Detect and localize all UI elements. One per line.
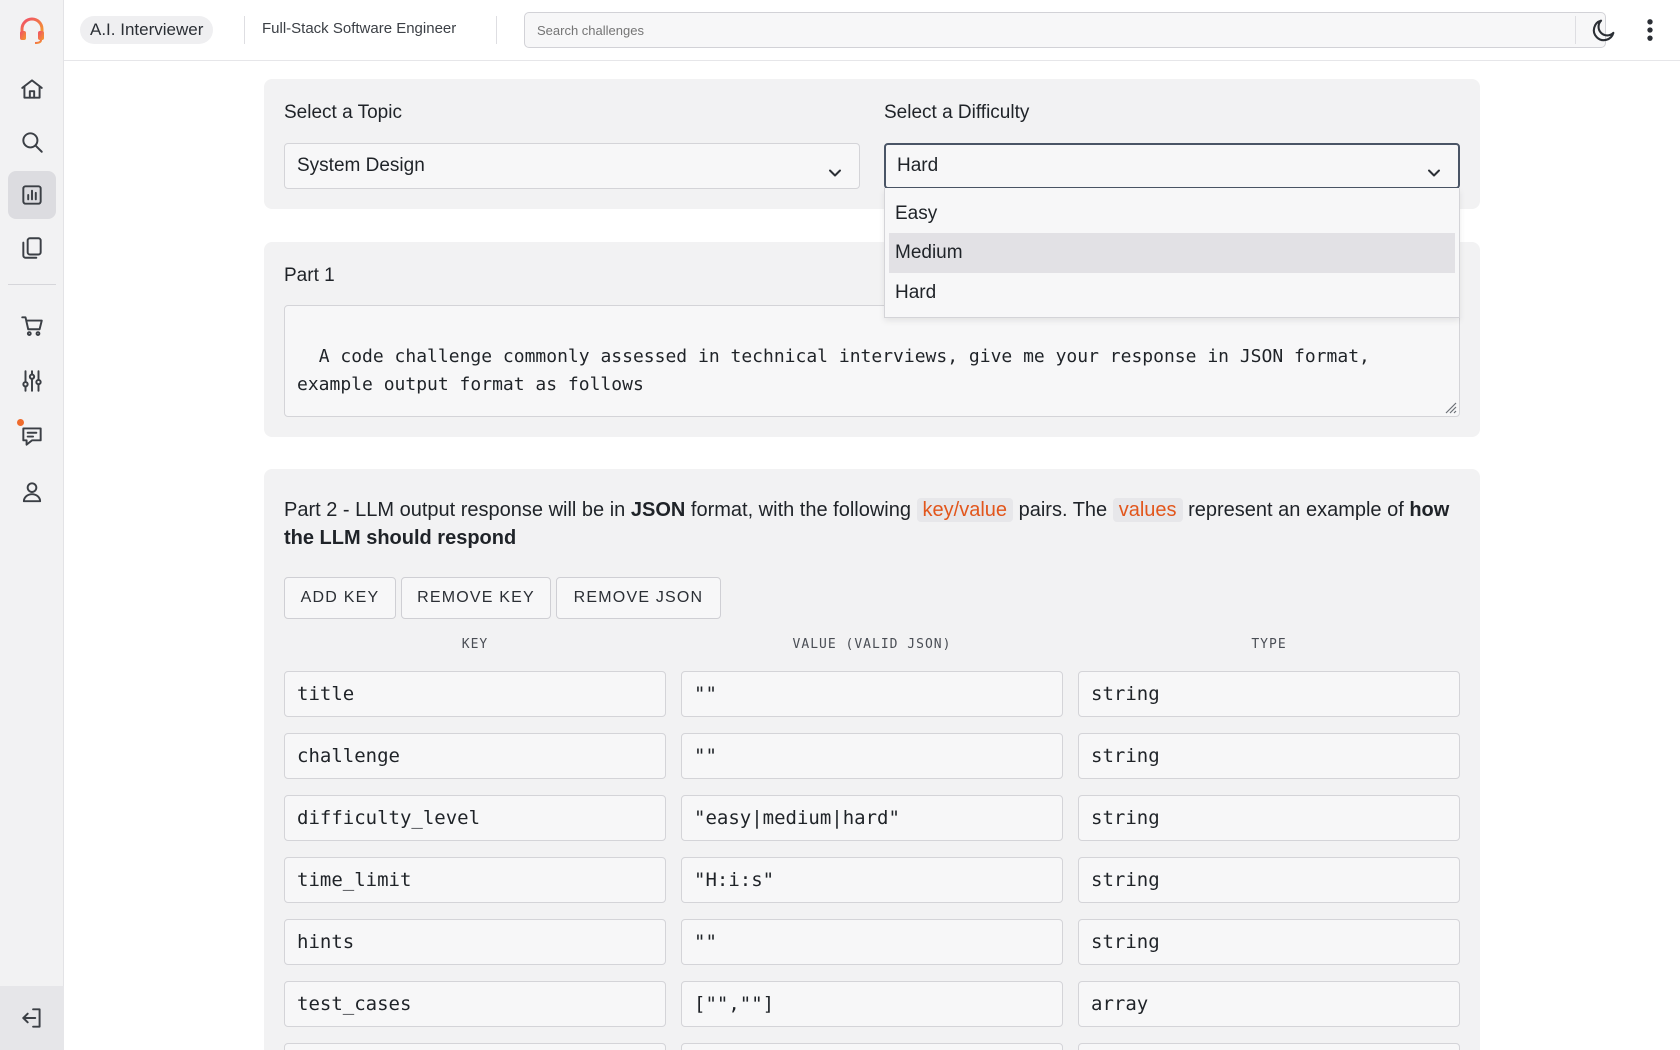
value-field[interactable]: "" — [681, 671, 1063, 717]
kebab-icon — [1647, 19, 1653, 41]
role-title: Full-Stack Software Engineer — [262, 20, 457, 37]
logout-icon — [22, 1008, 41, 1028]
key-field[interactable]: test_cases — [284, 981, 666, 1027]
remove-key-button[interactable]: REMOVE KEY — [401, 577, 551, 619]
column-header-type: TYPE — [1251, 637, 1287, 652]
key-field[interactable]: difficulty_level — [284, 795, 666, 841]
type-field[interactable]: string — [1078, 919, 1460, 965]
prompt-textarea[interactable]: A code challenge commonly assessed in te… — [284, 305, 1460, 417]
topic-select-value: System Design — [297, 155, 425, 176]
notification-dot — [17, 419, 24, 426]
chat-icon — [22, 427, 42, 446]
prompt-text: A code challenge commonly assessed in te… — [297, 346, 1370, 395]
type-field[interactable]: string — [1078, 733, 1460, 779]
more-menu-button[interactable] — [1636, 16, 1664, 44]
difficulty-select[interactable]: Hard — [884, 143, 1460, 189]
sliders-icon — [22, 370, 42, 392]
sidebar-item-documents[interactable] — [8, 224, 56, 272]
user-icon — [22, 482, 42, 503]
topbar-divider — [244, 16, 245, 44]
value-field[interactable] — [681, 1043, 1063, 1050]
topbar-divider — [496, 16, 497, 44]
value-field[interactable]: ["",""] — [681, 981, 1063, 1027]
part2-text: represent an example of — [1182, 499, 1410, 521]
moon-icon — [1592, 19, 1615, 42]
chevron-down-icon — [1424, 157, 1444, 177]
sidebar-item-analytics[interactable] — [8, 171, 56, 219]
key-field[interactable]: title — [284, 671, 666, 717]
sidebar-item-cart[interactable] — [8, 302, 56, 350]
resize-handle-icon[interactable] — [1443, 400, 1457, 414]
search-input[interactable] — [524, 12, 1606, 48]
search-icon — [22, 132, 43, 153]
key-field[interactable] — [284, 1043, 666, 1050]
sidebar-item-settings[interactable] — [8, 357, 56, 405]
sidebar-divider — [8, 284, 56, 285]
sidebar-item-profile[interactable] — [8, 468, 56, 516]
key-value-highlight: key/value — [916, 498, 1014, 522]
dark-mode-toggle[interactable] — [1590, 16, 1618, 44]
sidebar — [0, 0, 64, 1050]
type-field[interactable] — [1078, 1043, 1460, 1050]
column-header-value: VALUE (VALID JSON) — [792, 637, 952, 652]
key-field[interactable]: challenge — [284, 733, 666, 779]
type-field[interactable]: string — [1078, 795, 1460, 841]
headset-logo-icon[interactable] — [16, 14, 48, 46]
chevron-down-icon — [825, 156, 845, 177]
topic-label: Select a Topic — [284, 102, 402, 123]
part2-text: pairs. The — [1013, 499, 1113, 521]
difficulty-option-easy[interactable]: Easy — [889, 194, 1455, 234]
value-field[interactable]: "" — [681, 733, 1063, 779]
part2-text: Part 2 - LLM output response will be in — [284, 499, 631, 521]
value-field[interactable]: "easy|medium|hard" — [681, 795, 1063, 841]
topbar: A.I. Interviewer Full-Stack Software Eng… — [64, 0, 1680, 61]
difficulty-select-value: Hard — [897, 155, 939, 176]
type-field[interactable]: string — [1078, 671, 1460, 717]
type-field[interactable]: string — [1078, 857, 1460, 903]
values-highlight: values — [1112, 498, 1183, 522]
chart-icon — [22, 185, 42, 205]
column-header-key: KEY — [461, 637, 489, 652]
difficulty-dropdown: Easy Medium Hard — [884, 188, 1460, 318]
add-key-button[interactable]: ADD KEY — [284, 577, 396, 619]
difficulty-option-medium[interactable]: Medium — [889, 233, 1455, 273]
sidebar-item-home[interactable] — [8, 65, 56, 113]
value-field[interactable]: "" — [681, 919, 1063, 965]
home-icon — [21, 79, 43, 99]
key-field[interactable]: hints — [284, 919, 666, 965]
topbar-divider — [1575, 16, 1576, 44]
part1-label: Part 1 — [284, 265, 335, 286]
part2-json-bold: JSON — [630, 499, 686, 521]
logout-button[interactable] — [0, 986, 64, 1050]
topic-select[interactable]: System Design — [284, 143, 860, 189]
type-field[interactable]: array — [1078, 981, 1460, 1027]
copy-icon — [22, 237, 42, 259]
key-field[interactable]: time_limit — [284, 857, 666, 903]
sidebar-item-messages[interactable] — [8, 412, 56, 460]
sidebar-item-search[interactable] — [8, 118, 56, 166]
part2-description: Part 2 - LLM output response will be in … — [284, 496, 1464, 552]
part2-text: format, with the following — [685, 499, 917, 521]
difficulty-label: Select a Difficulty — [884, 102, 1030, 123]
value-field[interactable]: "H:i:s" — [681, 857, 1063, 903]
remove-json-button[interactable]: REMOVE JSON — [556, 577, 721, 619]
difficulty-option-hard[interactable]: Hard — [889, 273, 1455, 313]
cart-icon — [21, 316, 43, 336]
app-name-chip[interactable]: A.I. Interviewer — [80, 16, 214, 44]
